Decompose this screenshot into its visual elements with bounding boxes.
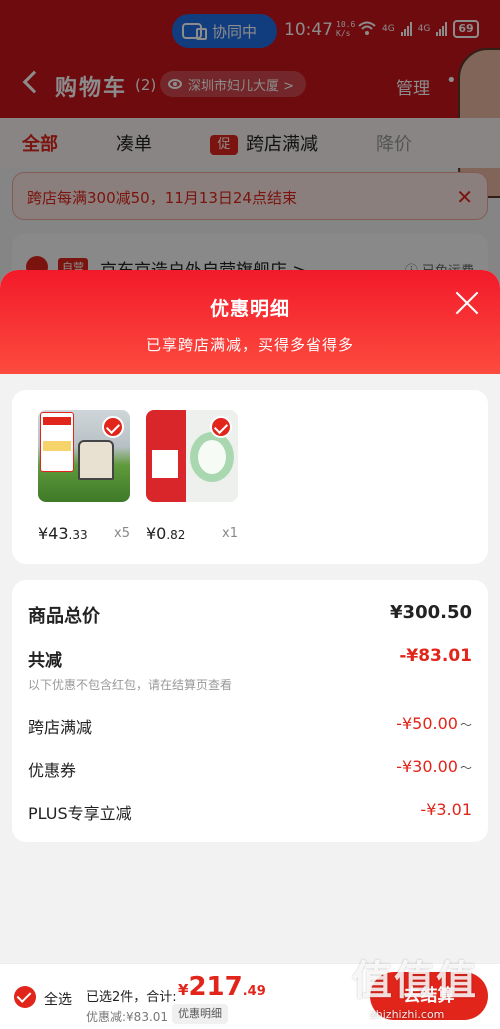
chevron-down-icon: 〜 <box>459 718 472 732</box>
tape-box-graphic <box>146 410 186 502</box>
price-decimal: .82 <box>166 528 186 542</box>
product-item[interactable]: ¥0.82 x1 <box>146 410 246 543</box>
product-thumbnail-tape[interactable] <box>146 410 238 502</box>
total-discount-label: 共减 <box>28 651 62 671</box>
total-decimal: .49 <box>242 984 266 999</box>
discount-note: 以下优惠不包含红包，请在结算页查看 <box>28 678 233 692</box>
discount-item-label: 优惠券 <box>28 761 77 780</box>
total-currency: ¥ <box>178 981 189 999</box>
promo-tag-graphic <box>40 412 74 472</box>
discount-item-value: -¥50.00 〜 <box>396 714 472 733</box>
total-price-label: 商品总价 <box>28 606 100 627</box>
chevron-down-icon: 〜 <box>459 761 472 775</box>
discount-summary: 优惠减:¥83.01 <box>86 1010 169 1024</box>
camping-chair-graphic <box>78 440 114 480</box>
discount-detail-button[interactable]: 优惠明细 <box>172 1004 228 1024</box>
sheet-header: 优惠明细 已享跨店满减，买得多省得多 <box>0 270 500 374</box>
total-discount-value: -¥83.01 <box>399 646 472 666</box>
site-watermark: 值值值 <box>352 958 478 1004</box>
selected-products: ¥43.33 x5 ¥0.82 x1 <box>12 390 488 564</box>
tape-roll-graphic <box>190 432 234 482</box>
checked-icon <box>102 416 124 438</box>
total-integer: 217 <box>188 972 243 1002</box>
checked-icon <box>210 416 232 438</box>
sheet-title: 优惠明细 <box>209 298 290 320</box>
sheet-subtitle: 已享跨店满减，买得多省得多 <box>145 336 354 354</box>
discount-item-value: -¥3.01 <box>420 800 472 819</box>
product-thumbnail-chair[interactable] <box>38 410 130 502</box>
discount-item-label: 跨店满减 <box>28 718 93 737</box>
price-decimal: .33 <box>68 528 88 542</box>
product-item[interactable]: ¥43.33 x5 <box>38 410 138 543</box>
select-all-label[interactable]: 全选 <box>44 989 72 1009</box>
price-integer: ¥0 <box>146 524 167 543</box>
select-all-checkbox[interactable] <box>14 986 36 1008</box>
product-quantity: x1 <box>222 526 238 541</box>
product-quantity: x5 <box>114 526 130 541</box>
discount-item-value: -¥30.00 〜 <box>396 757 472 776</box>
discount-item-label: PLUS专享立减 <box>28 804 132 823</box>
selected-summary: 已选2件，合计: <box>86 990 177 1005</box>
total-price-value: ¥300.50 <box>390 602 472 623</box>
close-icon[interactable] <box>454 290 480 316</box>
total-amount: ¥217.49 <box>178 972 266 1002</box>
watermark-url: zhizhizhi.com <box>370 1008 445 1021</box>
price-summary: 商品总价 ¥300.50 共减 -¥83.01 以下优惠不包含红包，请在结算页查… <box>12 580 488 842</box>
discount-detail-sheet: 优惠明细 已享跨店满减，买得多省得多 ¥43.33 x5 ¥0.82 x1 商品… <box>0 270 500 1029</box>
price-integer: ¥43 <box>38 524 69 543</box>
